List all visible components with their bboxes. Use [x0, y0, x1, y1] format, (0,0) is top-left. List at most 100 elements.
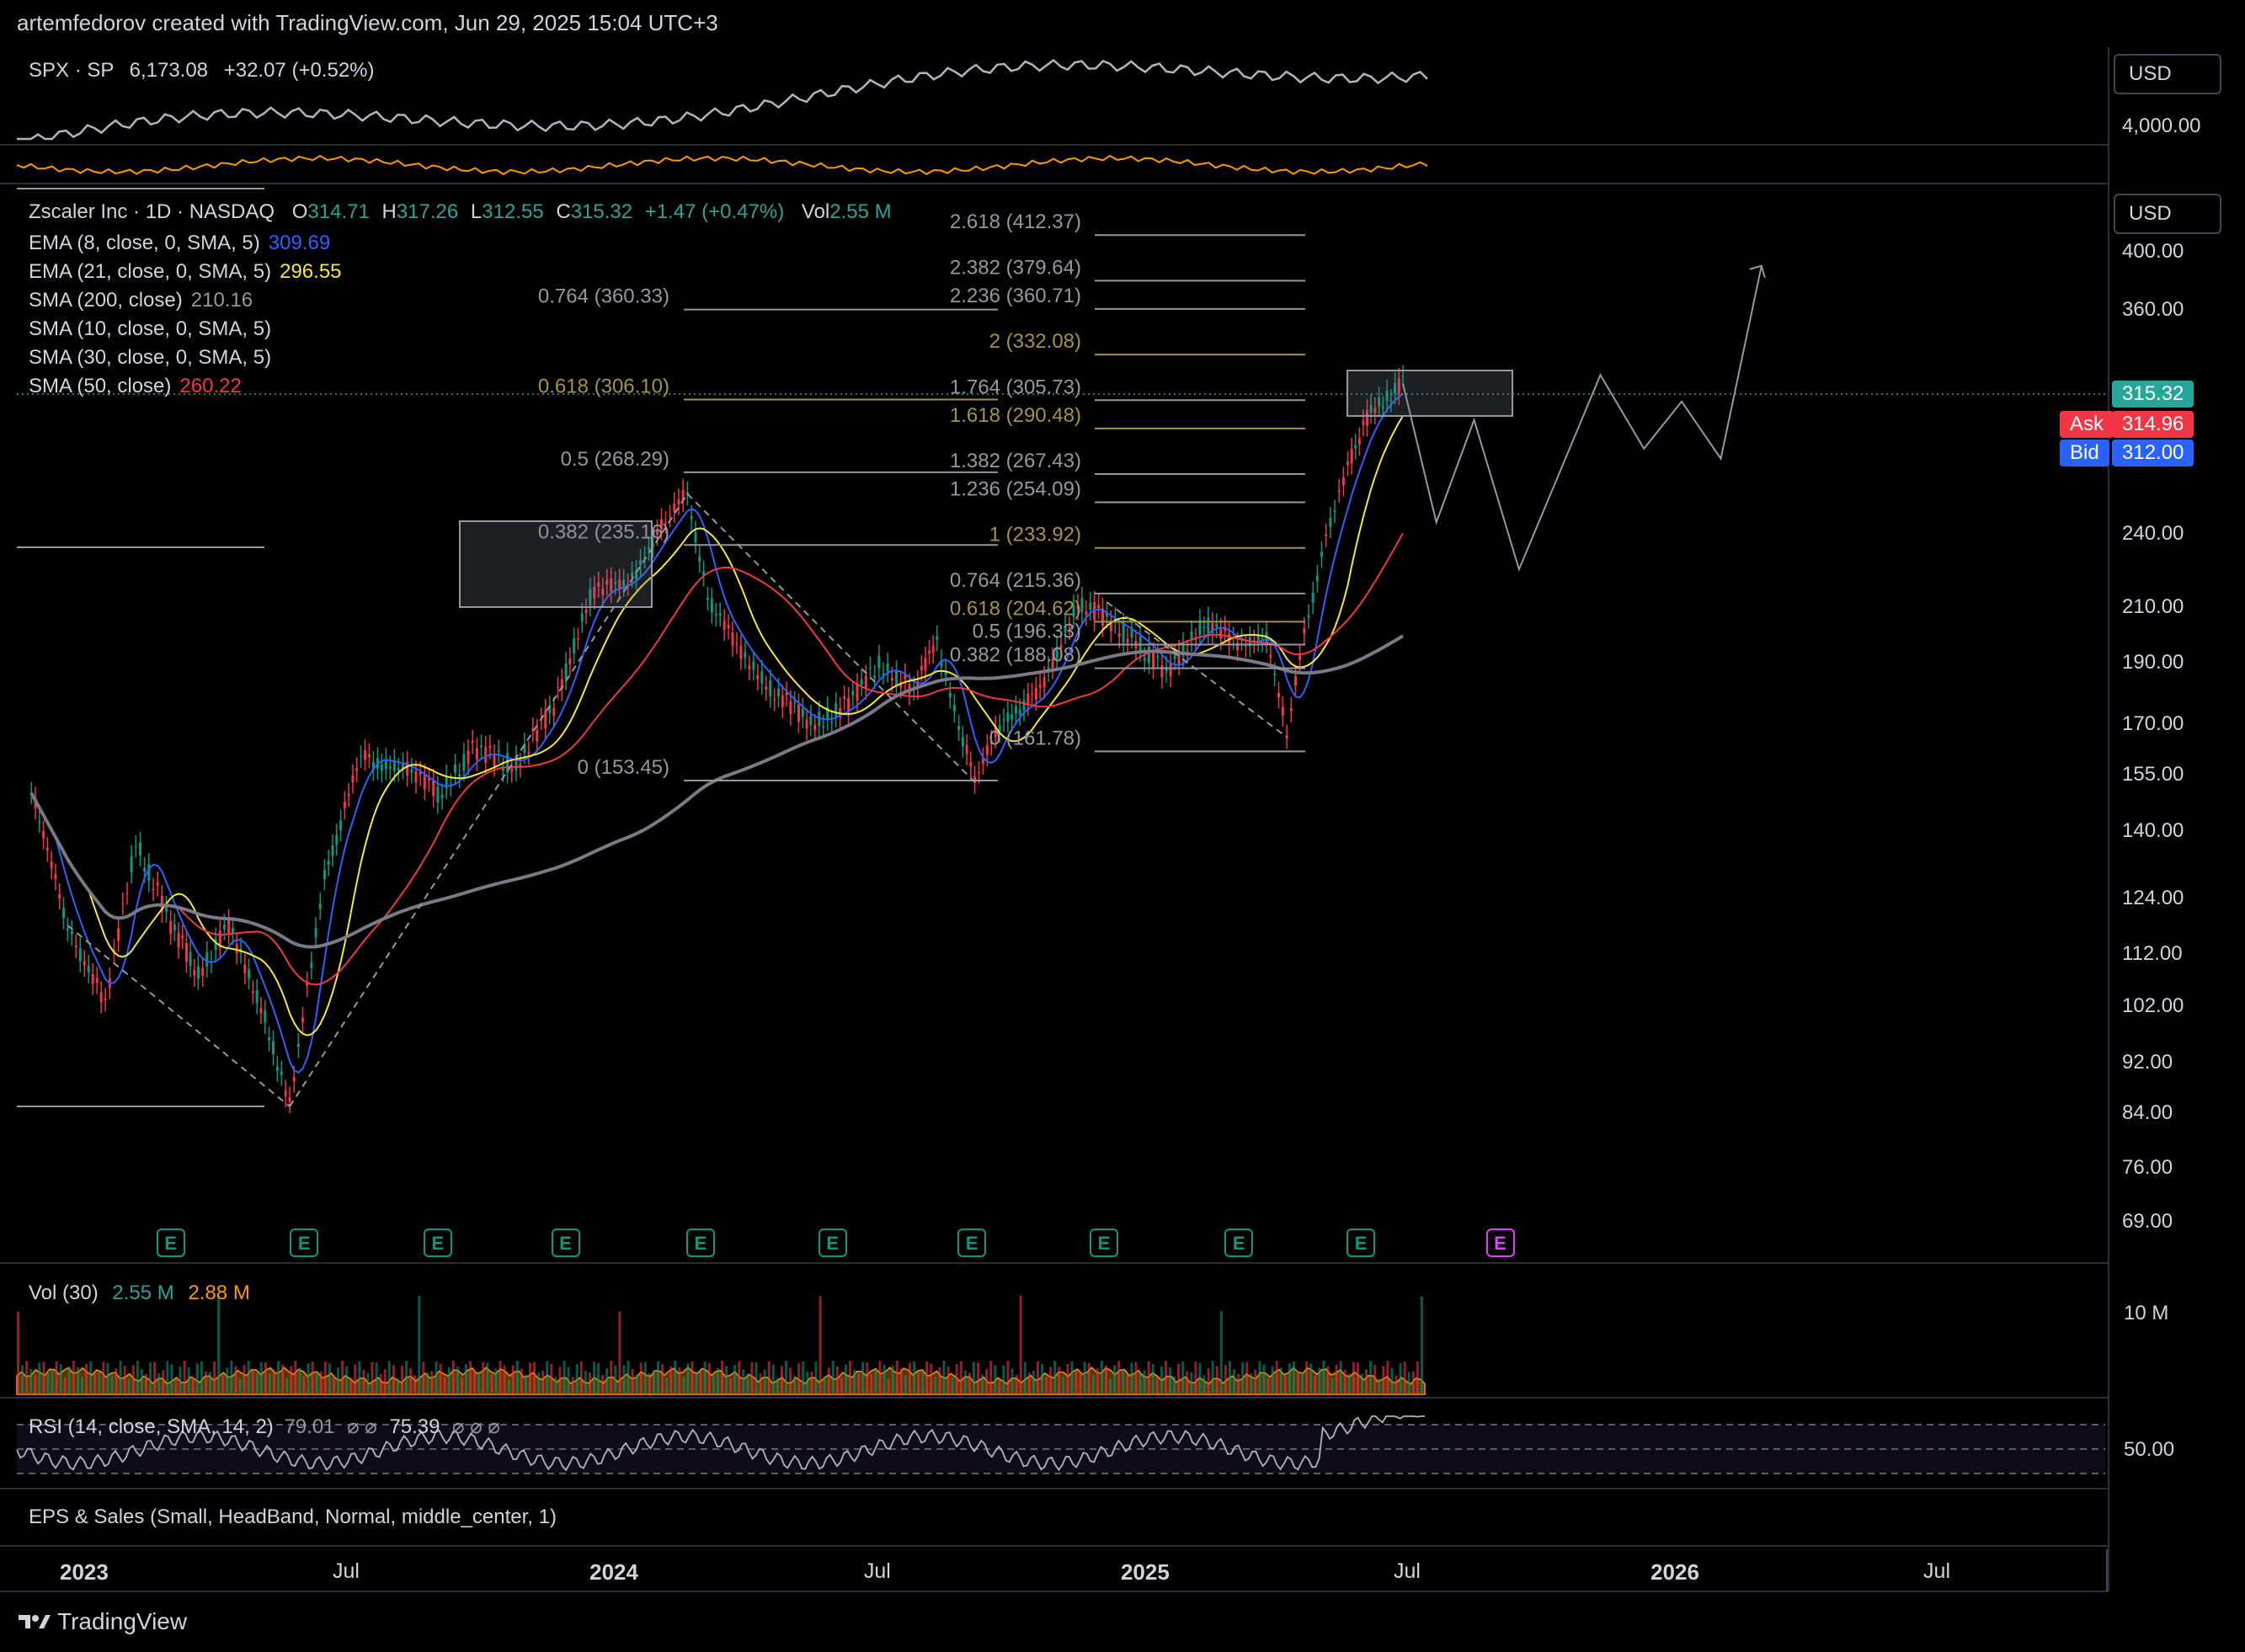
candle-body [62, 908, 66, 919]
volume-bar [98, 1372, 101, 1394]
volume-bar [81, 1377, 83, 1394]
candle-body [1138, 637, 1142, 651]
volume-bar [721, 1361, 723, 1394]
candle-body [1186, 650, 1189, 653]
candle-body [42, 831, 45, 839]
ohlc-l-label: L [470, 200, 483, 223]
volume-bar [259, 1362, 263, 1394]
volume-bar [968, 1372, 971, 1394]
future-earnings-marker[interactable]: E [1485, 1228, 1515, 1257]
earnings-marker-7[interactable]: E [1089, 1228, 1118, 1257]
volume-bar [631, 1368, 634, 1394]
volume-bar [281, 1364, 285, 1394]
earnings-marker-4[interactable]: E [685, 1228, 715, 1257]
indicator-label: EMA (8, close, 0, SMA, 5) [29, 232, 260, 254]
volume-bar [840, 1378, 843, 1394]
candle-body [718, 613, 722, 616]
volume-bar [332, 1376, 335, 1394]
volume-bar [1066, 1363, 1069, 1394]
volume-bar [1117, 1361, 1121, 1394]
volume-bar [46, 1372, 50, 1394]
spx-currency-button[interactable]: USD [2114, 54, 2221, 94]
volume-bar [430, 1371, 434, 1394]
indicator-label: SMA (50, close) [29, 375, 172, 397]
indicator-label: EMA (21, close, 0, SMA, 5) [29, 260, 272, 283]
volume-bar [618, 1311, 621, 1394]
candle-body [38, 822, 41, 823]
volume-bar [1207, 1367, 1210, 1394]
candle-body [1027, 694, 1030, 705]
earnings-marker-1[interactable]: E [290, 1228, 319, 1257]
candle-body [519, 764, 522, 767]
earnings-marker-0[interactable]: E [156, 1228, 185, 1257]
candle-body [886, 663, 889, 672]
volume-bar [72, 1361, 75, 1394]
volume-bar [89, 1361, 93, 1394]
candle-body [978, 771, 981, 773]
volume-bar [1318, 1367, 1321, 1394]
indicator-row-3[interactable]: SMA (10, close, 0, SMA, 5) [29, 315, 342, 344]
volume-bar [1301, 1371, 1304, 1394]
indicator-row-4[interactable]: SMA (30, close, 0, SMA, 5) [29, 344, 342, 372]
earnings-marker-8[interactable]: E [1224, 1228, 1254, 1257]
candle-body [931, 646, 935, 653]
spx-symbol: SPX · SP [29, 59, 114, 82]
candle-body [343, 802, 346, 809]
earnings-marker-3[interactable]: E [551, 1228, 580, 1257]
earnings-marker-5[interactable]: E [818, 1228, 847, 1257]
candle-body [1169, 662, 1172, 677]
candle-body [1043, 677, 1046, 688]
candle-body [1273, 674, 1277, 675]
resistance-box-2024 [459, 520, 653, 608]
volume-bar [759, 1373, 762, 1394]
volume-bar [1105, 1365, 1107, 1394]
indicator-row-2[interactable]: SMA (200, close) 210.16 [29, 286, 342, 315]
volume-bar [127, 1378, 131, 1394]
indicator-row-5[interactable]: SMA (50, close) 260.22 [29, 372, 342, 401]
indicator-row-0[interactable]: EMA (8, close, 0, SMA, 5) 309.69 [29, 229, 342, 258]
candle-body [355, 768, 359, 771]
volume-bar [584, 1371, 587, 1394]
volume-bar [319, 1371, 323, 1394]
spx-secondary-line [16, 154, 1428, 176]
main-currency-button[interactable]: USD [2114, 194, 2221, 234]
tradingview-logo[interactable]: TradingView [17, 1608, 187, 1635]
earnings-marker-9[interactable]: E [1346, 1228, 1376, 1257]
earnings-marker-2[interactable]: E [423, 1228, 452, 1257]
indicator-row-1[interactable]: EMA (21, close, 0, SMA, 5) 296.55 [29, 258, 342, 286]
volume-bar [1233, 1369, 1235, 1394]
volume-bar [1326, 1366, 1330, 1394]
volume-bar [635, 1374, 638, 1394]
indicator-value: 296.55 [280, 260, 342, 283]
volume-bar [1386, 1361, 1389, 1394]
spx-change: +32.07 (+0.52%) [223, 59, 375, 82]
volume-bar [106, 1362, 109, 1394]
candle-body [314, 928, 317, 938]
volume-bar [149, 1362, 152, 1394]
candle-body [1207, 617, 1210, 634]
earnings-marker-6[interactable]: E [957, 1228, 987, 1257]
volume-bar [767, 1361, 771, 1394]
volume-bar [771, 1364, 775, 1394]
candle-body [924, 657, 927, 671]
volume-bar [1173, 1376, 1176, 1394]
candle-body [156, 882, 159, 886]
volume-bar [835, 1366, 839, 1394]
volume-bar [1194, 1362, 1197, 1394]
candle-body [462, 754, 466, 771]
candle-body [310, 962, 313, 969]
candle-body [117, 928, 120, 941]
volume-bar [674, 1361, 677, 1394]
volume-bar [989, 1361, 993, 1394]
candle-body [318, 903, 322, 909]
volume-bar [383, 1369, 387, 1394]
volume-bar [1420, 1296, 1423, 1394]
volume-bar [170, 1364, 173, 1394]
volume-bar [686, 1363, 690, 1394]
volume-bar [998, 1378, 1001, 1394]
ohlc-o-label: O [291, 200, 308, 223]
candle-body [347, 793, 350, 797]
volume-bar [157, 1372, 161, 1394]
candle-body [573, 638, 576, 653]
volume-bar [904, 1375, 907, 1394]
